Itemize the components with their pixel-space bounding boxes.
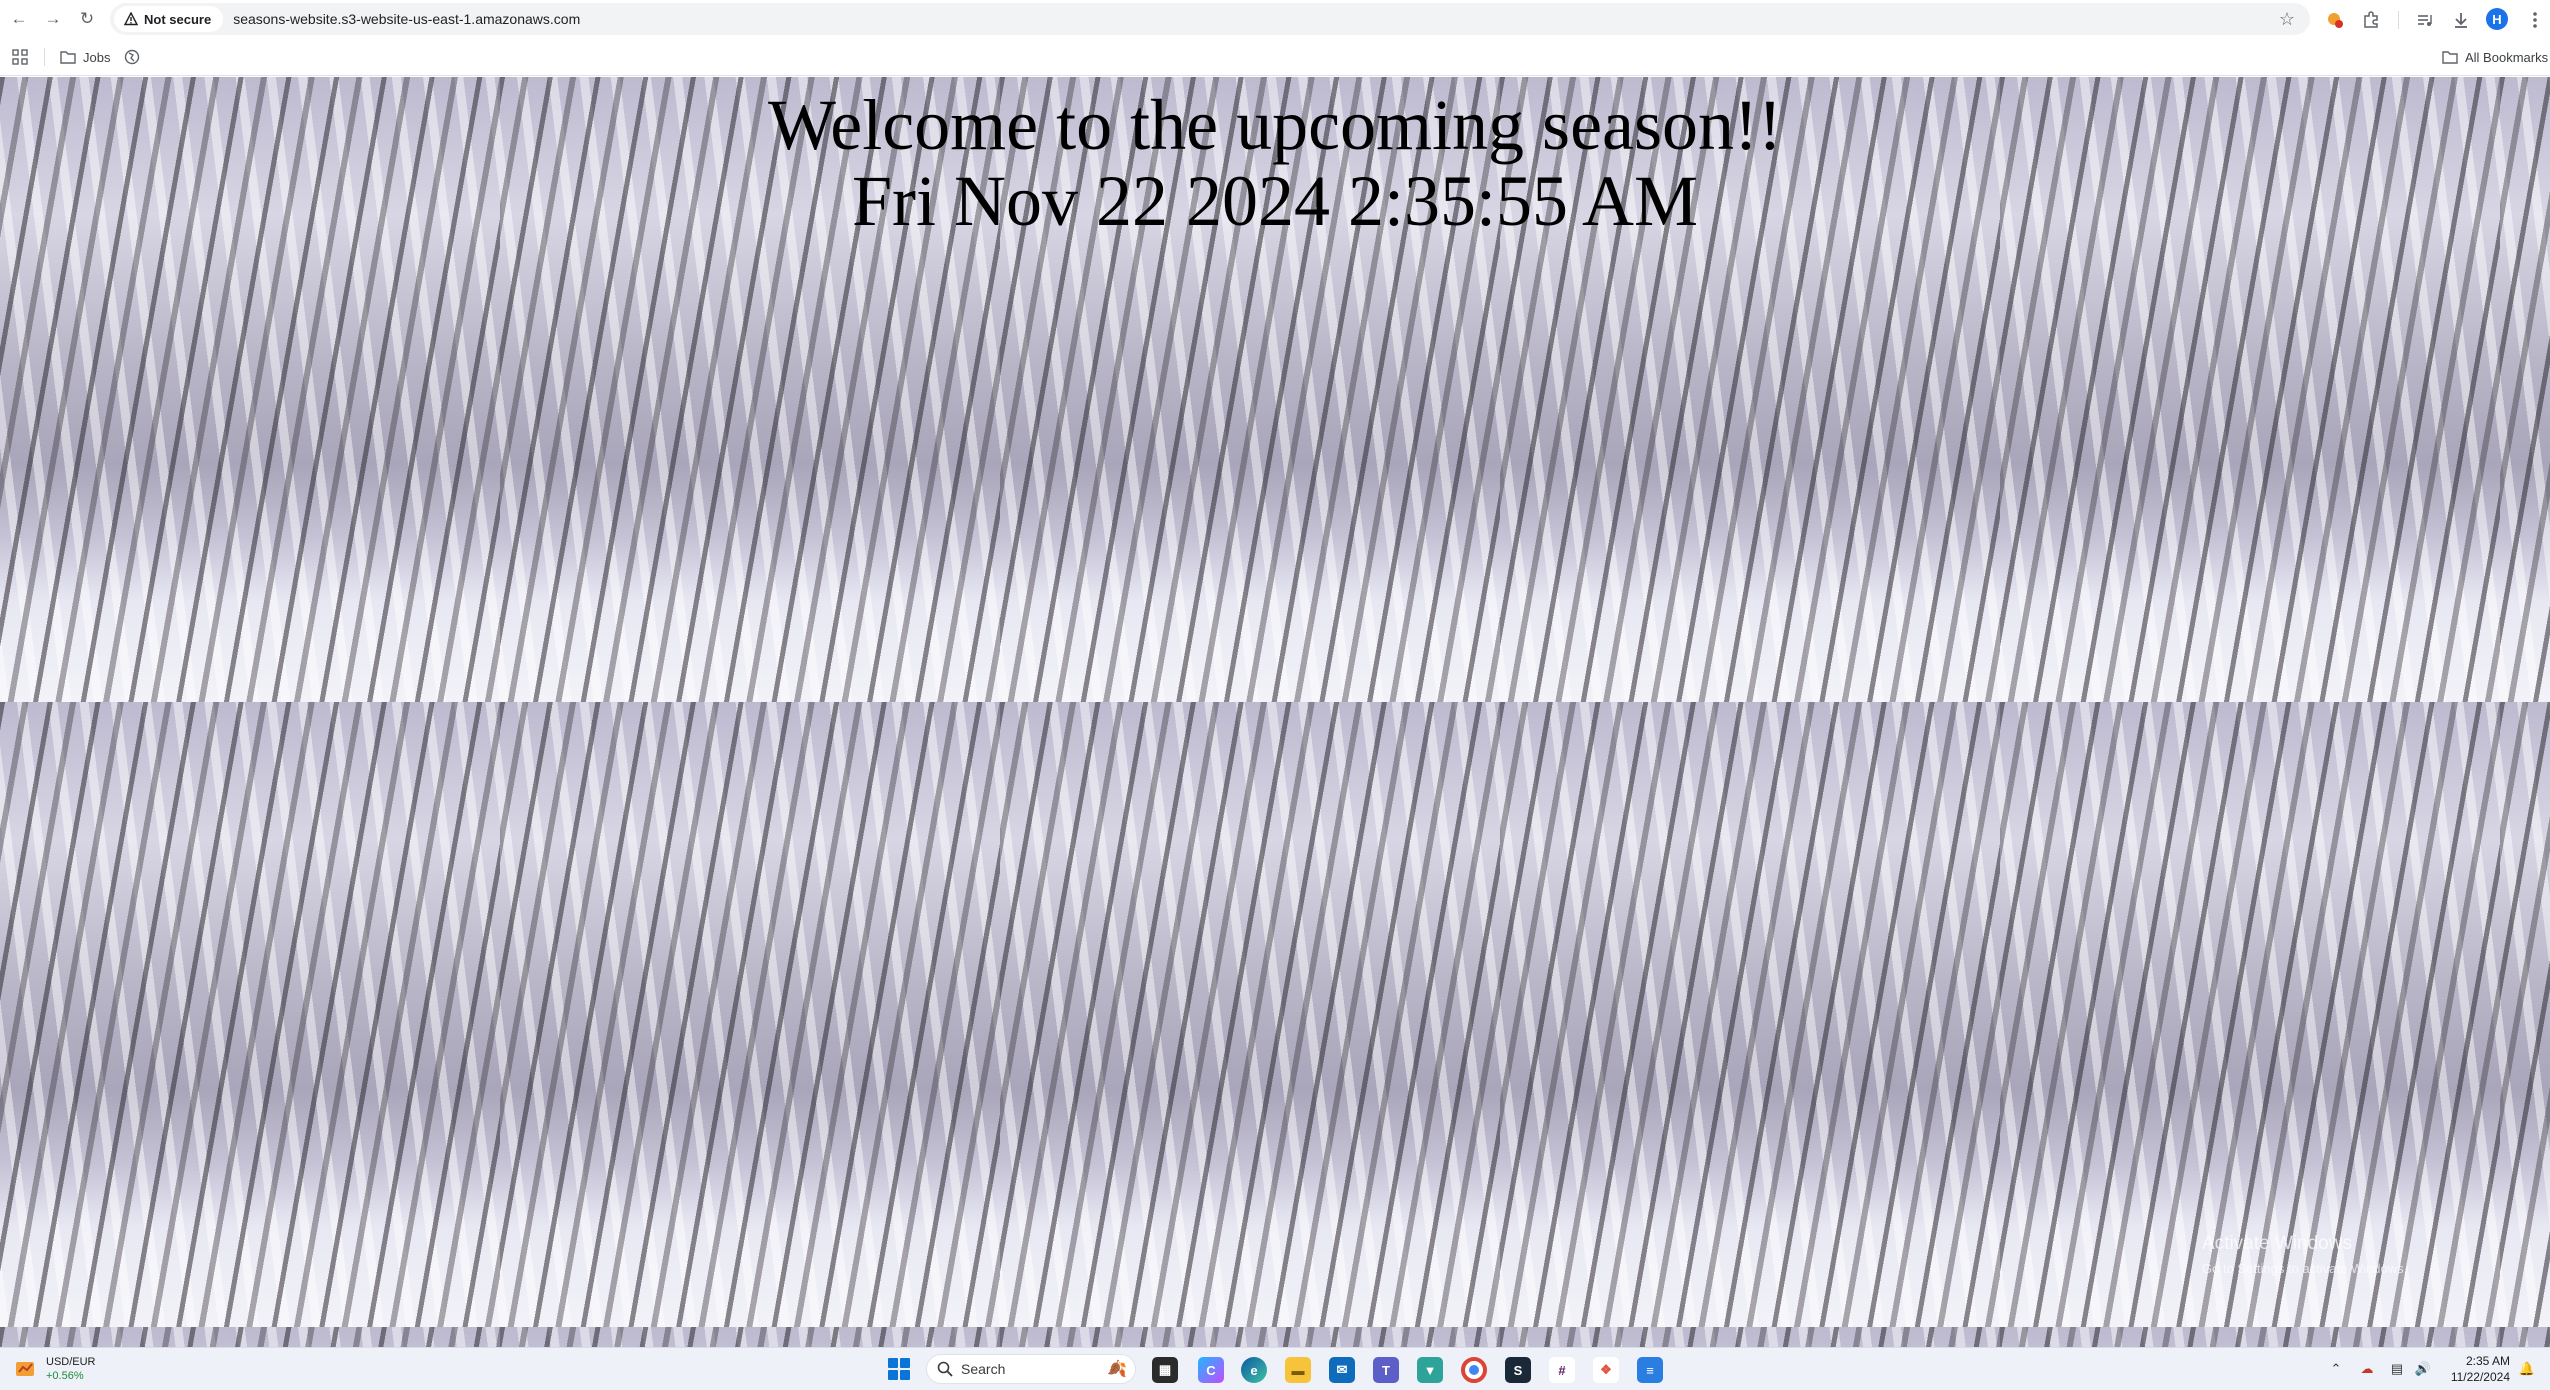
widget-change: +0.56% (46, 1370, 84, 1382)
page-viewport: Welcome to the upcoming season!! Fri Nov… (0, 77, 2550, 1347)
back-button[interactable]: ← (8, 8, 30, 30)
browser-menu-button[interactable] (2522, 7, 2548, 33)
media-controls-button[interactable] (2412, 7, 2438, 33)
back-arrow-icon: ← (10, 9, 28, 28)
puzzle-icon (2364, 11, 2378, 28)
currency-widget[interactable]: USD/EUR +0.56% (14, 1354, 96, 1384)
downloads-button[interactable] (2448, 7, 2474, 33)
clock-date: 11/22/2024 (2450, 1370, 2510, 1384)
page-heading: Welcome to the upcoming season!! (768, 85, 1782, 165)
onedrive-icon[interactable]: ☁ (2358, 1360, 2376, 1378)
bookmark-star-button[interactable]: ☆ (2276, 8, 2298, 30)
edge-icon[interactable]: e (1241, 1357, 1267, 1383)
mail-icon[interactable]: ✉ (1329, 1357, 1355, 1383)
download-icon (2455, 13, 2467, 28)
page-datetime: Fri Nov 22 2024 2:35:55 AM (851, 161, 1699, 241)
task-view-icon[interactable]: ▦ (1152, 1357, 1178, 1383)
figma-icon[interactable]: ❖ (1593, 1357, 1619, 1383)
all-bookmarks-button[interactable]: All Bookmarks (2442, 46, 2548, 68)
bookmarks-divider (44, 48, 45, 66)
apps-button[interactable] (12, 46, 28, 68)
more-vertical-icon (2533, 12, 2537, 28)
folder-icon (2442, 51, 2458, 64)
chart-widget-icon (16, 1362, 34, 1376)
start-button[interactable] (888, 1358, 910, 1380)
extensions-menu-button[interactable] (2358, 7, 2384, 33)
taskbar: USD/EUR +0.56% Search 🍂 ▦ C e ▬ ✉ T ▼ S … (0, 1347, 2550, 1390)
extension-icon (2328, 13, 2343, 28)
clock-time: 2:35 AM (2465, 1354, 2510, 1368)
search-icon (937, 1361, 953, 1377)
all-bookmarks-label: All Bookmarks (2465, 49, 2549, 65)
profile-avatar[interactable]: H (2486, 8, 2508, 30)
bookmarks-bar: Jobs All Bookmarks (0, 38, 2550, 76)
chevron-up-icon[interactable]: ⌃ (2327, 1360, 2345, 1378)
widget-name: USD/EUR (46, 1356, 96, 1368)
reload-icon: ↻ (79, 9, 95, 28)
watermark-subtitle: Go to Settings to activate Windows. (2202, 1261, 2408, 1276)
folder-icon (60, 51, 76, 64)
taskbar-search[interactable]: Search 🍂 (926, 1354, 1136, 1384)
activate-windows-watermark: Activate Windows Go to Settings to activ… (2202, 1233, 2532, 1276)
browser-toolbar: ← → ↻ Not secure seasons-website.s3-webs… (0, 0, 2550, 38)
search-highlight-icon: 🍂 (1107, 1361, 1127, 1378)
warning-triangle-icon (124, 12, 138, 26)
apps-grid-icon (12, 49, 28, 65)
notepad-icon[interactable]: ≡ (1637, 1357, 1663, 1383)
chrome-icon[interactable] (1461, 1357, 1487, 1383)
teams-icon[interactable]: T (1373, 1357, 1399, 1383)
slack-icon[interactable]: # (1549, 1357, 1575, 1383)
network-icon[interactable]: ▤ (2388, 1360, 2406, 1378)
forward-arrow-icon: → (44, 9, 62, 28)
vpn-icon[interactable]: ▼ (1417, 1357, 1443, 1383)
volume-icon[interactable]: 🔊 (2414, 1360, 2432, 1378)
address-bar[interactable]: Not secure seasons-website.s3-website-us… (110, 3, 2310, 35)
toolbar-divider (2398, 11, 2399, 29)
forward-button[interactable]: → (42, 8, 64, 30)
bookmark-globe[interactable] (124, 46, 140, 68)
security-label: Not secure (144, 11, 212, 27)
copilot-icon[interactable]: C (1198, 1357, 1224, 1383)
media-controls-icon (2418, 15, 2432, 26)
reload-button[interactable]: ↻ (76, 8, 98, 30)
file-explorer-icon[interactable]: ▬ (1285, 1357, 1311, 1383)
taskbar-clock[interactable]: 2:35 AM 11/22/2024 (2440, 1353, 2510, 1385)
url-text[interactable]: seasons-website.s3-website-us-east-1.ama… (233, 11, 580, 27)
search-label: Search (961, 1361, 1006, 1377)
steam-icon[interactable]: S (1505, 1357, 1531, 1383)
extension-button[interactable] (2322, 7, 2348, 33)
bookmark-folder-jobs[interactable]: Jobs (60, 46, 110, 68)
bookmark-label: Jobs (83, 49, 111, 65)
windows-logo-icon (888, 1358, 898, 1368)
globe-icon (124, 49, 140, 65)
security-chip[interactable]: Not secure (114, 6, 224, 32)
notification-bell-icon[interactable]: 🔔 (2518, 1360, 2536, 1378)
watermark-title: Activate Windows (2202, 1233, 2352, 1254)
star-icon: ☆ (2278, 8, 2296, 29)
